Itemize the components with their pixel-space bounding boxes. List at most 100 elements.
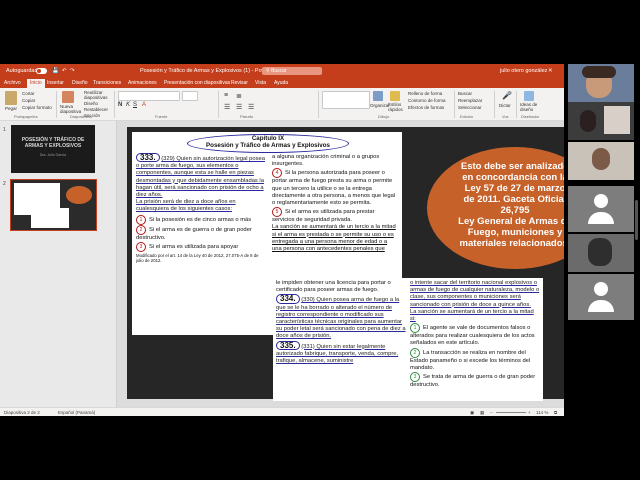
redo-icon[interactable]: ↷ [70,68,75,74]
autosave-toggle[interactable] [36,68,47,74]
tab-inicio[interactable]: Inicio [27,79,45,88]
zoom-in-icon[interactable]: + [528,410,531,415]
zoom-level[interactable]: 114 % [536,410,548,415]
save-icon[interactable]: 💾 [52,68,59,74]
item-text: Si el arma es utilizada para prestar ser… [272,209,375,224]
design-ideas-icon[interactable] [524,91,534,101]
select-button[interactable]: Seleccionar [458,105,482,110]
bold-icon[interactable]: N [118,102,122,108]
align-right-icon[interactable]: ☰ [248,103,254,111]
thumbnail-number-1: 1 [3,127,6,133]
note-line: en concordancia con la [462,172,564,183]
format-painter-button[interactable]: Copiar formato [22,105,52,110]
participant-video-4[interactable] [568,234,634,272]
item-text: Se trata de arma de guerra o de gran pod… [410,374,536,389]
replace-button[interactable]: Reemplazar [458,98,482,103]
group-edicion: Edición [460,114,474,119]
slide-2[interactable]: Capítulo IX Posesión y Tráfico de Armas … [127,127,564,401]
align-left-icon[interactable]: ☰ [224,103,230,111]
footnote: Modificado por el art. 14 de la Ley 40 d… [136,252,259,263]
participant-avatar-1[interactable] [568,186,634,232]
normal-view-icon[interactable]: ▣ [470,410,474,416]
article-333-text: (329) Quien sin autorización legal posea… [136,156,265,199]
underline-icon[interactable]: S [133,102,137,108]
powerpoint-window: Autoguardado 💾 ↶ ↷ Posesión y Tráfico de… [0,64,564,416]
shapes-gallery[interactable] [322,91,370,109]
dictate-button[interactable]: Dictar [499,103,511,108]
item-marker: 3 [410,372,420,383]
paste-icon[interactable] [5,91,17,105]
shape-effects-button[interactable]: Efectos de formas [408,105,444,110]
search-box[interactable]: ⚲ Buscar [262,67,322,75]
participant-video-3[interactable] [568,142,634,180]
new-slide-icon[interactable] [62,91,74,103]
font-color-icon[interactable]: A [142,102,146,108]
microphone-icon[interactable]: 🎤 [502,91,512,100]
font-size-dropdown[interactable] [182,91,198,101]
shape-fill-button[interactable]: Relleno de forma [408,91,442,96]
new-slide-button[interactable]: Nueva diapositiva [60,104,82,114]
participant-figure [580,110,596,132]
tab-vista[interactable]: Vista [255,80,266,86]
layout-button[interactable]: Diseño [84,101,98,106]
group-diapositivas: Diapositivas [70,114,92,119]
item-text: La transacción se realiza en nombre del … [410,349,531,371]
reuse-slides-button[interactable]: Reutilizar diapositivas [84,90,108,100]
sorter-view-icon[interactable]: ▦ [480,410,484,416]
arrange-button[interactable]: Organizar [370,103,390,108]
doc-column-right: a alguna organización criminal o a grupo… [272,154,398,253]
bullets-icon[interactable]: ≡ [224,92,228,99]
slide-thumbnail-1[interactable]: POSESIÓN Y TRÁFICO DE ARMAS Y EXPLOSIVOS… [11,125,95,173]
participant-hair [582,66,616,78]
group-parrafo: Párrafo [240,114,254,119]
numbering-icon[interactable]: ≣ [236,92,242,100]
copy-button[interactable]: Copiar [22,98,35,103]
item-marker: 1 [410,323,420,334]
thumbnail-number-2: 2 [3,181,6,187]
participant-video-2[interactable] [568,102,634,140]
avatar-icon [588,212,614,224]
reset-button[interactable]: Restablecer [84,107,108,112]
find-button[interactable]: Buscar [458,91,472,96]
item-marker: 4 [272,168,282,179]
quick-styles-icon[interactable] [390,91,400,101]
tab-ayuda[interactable]: Ayuda [274,80,288,86]
undo-icon[interactable]: ↶ [62,68,67,74]
close-icon[interactable]: ✕ [548,68,553,74]
arrange-icon[interactable] [373,91,383,101]
tab-revisar[interactable]: Revisar [231,80,248,86]
language[interactable]: Español (Panamá) [58,410,95,415]
fit-slide-icon[interactable]: ⧉ [554,410,557,415]
align-center-icon[interactable]: ☰ [236,103,242,111]
shape-outline-button[interactable]: Contorno de forma [408,98,446,103]
design-ideas-button[interactable]: Ideas de diseño [520,102,542,112]
doc2-right-continuation: o intente sacar del territorio nacional … [410,280,540,308]
note-line: Fuego, municiones y [467,227,563,238]
participant-face [592,148,610,170]
participants-scrollbar[interactable] [635,200,638,240]
slide-thumbnail-2[interactable] [10,179,97,231]
note-oval[interactable]: Esto debe ser analizado en concordancia … [427,147,564,269]
group-fuente: Fuente [155,114,168,119]
zoom-slider[interactable] [496,412,526,413]
aggravation-lead: La prisión será de diez a doce años en c… [136,199,236,213]
user-name[interactable]: julio otero gonzález [500,68,547,74]
slide-position: Diapositiva 2 de 2 [4,410,40,415]
note-text: Esto debe ser analizado en concordancia … [427,147,564,249]
tab-transiciones[interactable]: Transiciones [93,80,121,86]
tab-diseno[interactable]: Diseño [72,80,88,86]
participant-video-1[interactable] [568,64,634,102]
tab-archivo[interactable]: Archivo [4,80,21,86]
italic-icon[interactable]: K [126,102,130,108]
participant-avatar-2[interactable] [568,274,634,320]
quick-styles-button[interactable]: Estilos rápidos [388,102,406,112]
font-name-dropdown[interactable] [118,91,180,101]
paste-button[interactable]: Pegar [5,106,17,111]
tab-presentacion[interactable]: Presentación con diapositivas [164,80,230,86]
article-335-number: 335. [276,340,300,350]
slide-editing-area: Capítulo IX Posesión y Tráfico de Armas … [117,121,564,407]
zoom-out-icon[interactable]: − [490,410,493,415]
cut-button[interactable]: Cortar [22,91,35,96]
tab-animaciones[interactable]: Animaciones [128,80,157,86]
tab-insertar[interactable]: Insertar [47,80,64,86]
